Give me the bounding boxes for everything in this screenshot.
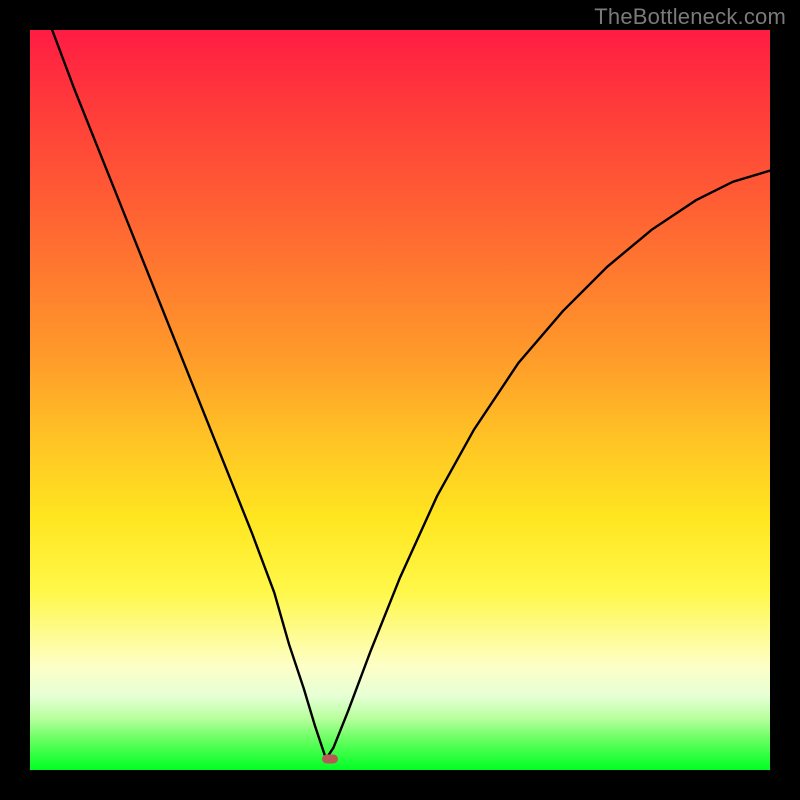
chart-frame: TheBottleneck.com (0, 0, 800, 800)
minimum-marker (322, 754, 338, 763)
bottleneck-curve (30, 30, 770, 770)
attribution-label: TheBottleneck.com (594, 4, 786, 30)
plot-area (30, 30, 770, 770)
